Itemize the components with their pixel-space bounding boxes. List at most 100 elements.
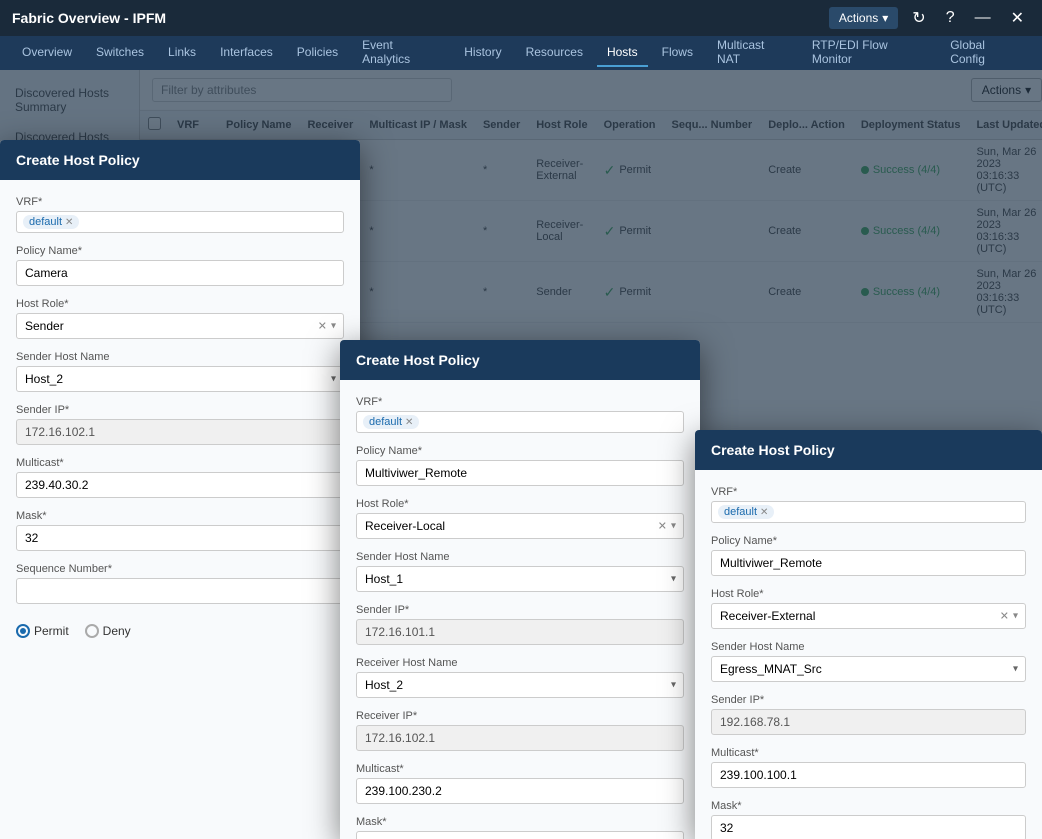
multicast-input-r[interactable] <box>711 762 1026 788</box>
host-role-wrapper-c: ✕ ▾ <box>356 513 684 539</box>
policy-name-label-c: Policy Name* <box>356 445 684 457</box>
dialog-center-header: Create Host Policy <box>340 340 700 380</box>
mask-label: Mask* <box>16 510 344 522</box>
sender-host-name-wrapper: Host_2 ▾ <box>16 366 344 392</box>
vrf-tag-remove[interactable]: ✕ <box>65 217 73 228</box>
vrf-tag-input-r[interactable]: default ✕ <box>711 501 1026 523</box>
nav-flows[interactable]: Flows <box>652 39 703 67</box>
receiver-host-name-group-c: Receiver Host Name Host_2 ▾ <box>356 657 684 698</box>
vrf-tag-r: default ✕ <box>718 505 774 519</box>
nav-hosts[interactable]: Hosts <box>597 39 648 67</box>
mask-group-r: Mask* <box>711 800 1026 839</box>
dialog-left-header: Create Host Policy <box>0 140 360 180</box>
policy-name-group-r: Policy Name* <box>711 535 1026 576</box>
sender-ip-input-c[interactable] <box>356 619 684 645</box>
create-host-policy-dialog-center: Create Host Policy VRF* default ✕ Policy… <box>340 340 700 839</box>
nav-interfaces[interactable]: Interfaces <box>210 39 283 67</box>
nav-links[interactable]: Links <box>158 39 206 67</box>
minimize-button[interactable]: — <box>969 7 997 29</box>
multicast-label-r: Multicast* <box>711 747 1026 759</box>
policy-name-group-c: Policy Name* <box>356 445 684 486</box>
host-role-input[interactable] <box>16 313 344 339</box>
sender-ip-label-r: Sender IP* <box>711 694 1026 706</box>
multicast-label-c: Multicast* <box>356 763 684 775</box>
host-role-input-c[interactable] <box>356 513 684 539</box>
host-role-group-c: Host Role* ✕ ▾ <box>356 498 684 539</box>
multicast-input-c[interactable] <box>356 778 684 804</box>
permit-label[interactable]: Permit <box>16 624 69 638</box>
mask-input[interactable] <box>16 525 344 551</box>
create-host-policy-dialog-right: Create Host Policy VRF* default ✕ Policy… <box>695 430 1042 839</box>
nav-history[interactable]: History <box>454 39 511 67</box>
vrf-tag-remove-c[interactable]: ✕ <box>405 417 413 428</box>
sender-host-name-select-c[interactable]: Host_1 <box>356 566 684 592</box>
host-role-input-r[interactable] <box>711 603 1026 629</box>
nav-rtp-edi[interactable]: RTP/EDI Flow Monitor <box>802 32 936 74</box>
host-role-clear[interactable]: ✕ <box>318 320 327 333</box>
vrf-group: VRF* default ✕ <box>16 196 344 233</box>
vrf-group-c: VRF* default ✕ <box>356 396 684 433</box>
actions-button[interactable]: Actions ▾ <box>829 7 898 29</box>
nav-resources[interactable]: Resources <box>516 39 593 67</box>
dialog-center-body: VRF* default ✕ Policy Name* Host Role* <box>340 380 700 839</box>
nav-overview[interactable]: Overview <box>12 39 82 67</box>
policy-name-label: Policy Name* <box>16 245 344 257</box>
mask-label-c: Mask* <box>356 816 684 828</box>
host-role-arrow-c[interactable]: ▾ <box>671 521 676 532</box>
dialog-right-body: VRF* default ✕ Policy Name* Host Role* <box>695 470 1042 839</box>
receiver-host-name-select-c[interactable]: Host_2 <box>356 672 684 698</box>
close-button[interactable]: ✕ <box>1005 6 1030 30</box>
sender-ip-input-r[interactable] <box>711 709 1026 735</box>
nav-event-analytics[interactable]: Event Analytics <box>352 32 450 74</box>
host-role-arrow-r[interactable]: ▾ <box>1013 611 1018 622</box>
nav-switches[interactable]: Switches <box>86 39 154 67</box>
sender-host-name-label-r: Sender Host Name <box>711 641 1026 653</box>
deny-radio[interactable] <box>85 624 99 638</box>
vrf-label-r: VRF* <box>711 486 1026 498</box>
vrf-tag: default ✕ <box>23 215 79 229</box>
host-role-clear-r[interactable]: ✕ <box>1000 610 1009 623</box>
seq-num-input[interactable] <box>16 578 344 604</box>
app-title: Fabric Overview - IPFM <box>12 10 166 26</box>
help-button[interactable]: ? <box>940 7 961 29</box>
sender-ip-group-r: Sender IP* <box>711 694 1026 735</box>
nav-multicast-nat[interactable]: Multicast NAT <box>707 32 798 74</box>
mask-input-r[interactable] <box>711 815 1026 839</box>
sender-host-name-select-r[interactable]: Egress_MNAT_Src <box>711 656 1026 682</box>
nav-global-config[interactable]: Global Config <box>940 32 1030 74</box>
mask-group: Mask* <box>16 510 344 551</box>
vrf-tag-input-c[interactable]: default ✕ <box>356 411 684 433</box>
receiver-ip-label-c: Receiver IP* <box>356 710 684 722</box>
vrf-tag-remove-r[interactable]: ✕ <box>760 507 768 518</box>
vrf-label: VRF* <box>16 196 344 208</box>
vrf-tag-c: default ✕ <box>363 415 419 429</box>
vrf-tag-input[interactable]: default ✕ <box>16 211 344 233</box>
policy-name-input-r[interactable] <box>711 550 1026 576</box>
vrf-label-c: VRF* <box>356 396 684 408</box>
receiver-ip-input-c[interactable] <box>356 725 684 751</box>
policy-name-input-c[interactable] <box>356 460 684 486</box>
permit-radio[interactable] <box>16 624 30 638</box>
refresh-button[interactable]: ↻ <box>906 6 931 30</box>
vrf-group-r: VRF* default ✕ <box>711 486 1026 523</box>
host-role-arrow[interactable]: ▾ <box>331 321 336 332</box>
host-role-group: Host Role* ✕ ▾ <box>16 298 344 339</box>
mask-input-c[interactable] <box>356 831 684 839</box>
policy-name-group: Policy Name* <box>16 245 344 286</box>
main-area: Discovered Hosts Summary Discovered Host… <box>0 70 1042 839</box>
receiver-host-name-label-c: Receiver Host Name <box>356 657 684 669</box>
title-bar-controls: Actions ▾ ↻ ? — ✕ <box>829 6 1030 30</box>
sender-host-name-group-r: Sender Host Name Egress_MNAT_Src ▾ <box>711 641 1026 682</box>
multicast-group: Multicast* <box>16 457 344 498</box>
deny-label[interactable]: Deny <box>85 624 131 638</box>
nav-policies[interactable]: Policies <box>287 39 348 67</box>
sender-host-name-label-c: Sender Host Name <box>356 551 684 563</box>
mask-label-r: Mask* <box>711 800 1026 812</box>
policy-name-input[interactable] <box>16 260 344 286</box>
sender-ip-input[interactable] <box>16 419 344 445</box>
multicast-group-r: Multicast* <box>711 747 1026 788</box>
sender-host-name-select[interactable]: Host_2 <box>16 366 344 392</box>
host-role-clear-c[interactable]: ✕ <box>658 520 667 533</box>
multicast-input[interactable] <box>16 472 344 498</box>
host-role-label: Host Role* <box>16 298 344 310</box>
